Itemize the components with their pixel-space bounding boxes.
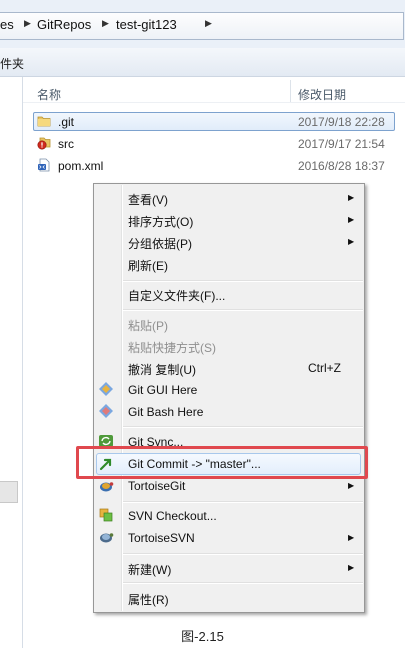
menu-item-tortoisegit[interactable]: TortoiseGit [128, 479, 185, 493]
figure-caption: 图-2.15 [181, 629, 224, 644]
xml-file-icon [38, 158, 50, 172]
column-header-name[interactable]: 名称 [37, 86, 61, 103]
column-divider[interactable] [290, 80, 291, 102]
breadcrumb-item[interactable]: GitRepos [37, 17, 91, 32]
git-gui-icon [99, 382, 113, 396]
menu-separator [123, 281, 363, 282]
submenu-arrow-icon: ▶ [348, 481, 355, 490]
header-divider [23, 102, 405, 103]
menu-item-paste[interactable]: 粘贴(P) [128, 317, 168, 334]
tortoisesvn-icon [100, 533, 114, 543]
menu-separator [123, 427, 363, 428]
breadcrumb-chevron-icon[interactable]: ▶ [24, 18, 31, 29]
menu-item-tortoisesvn[interactable]: TortoiseSVN [128, 531, 195, 545]
menu-item-properties[interactable]: 属性(R) [128, 591, 169, 608]
file-modified: 2016/8/28 18:37 [298, 159, 385, 173]
menu-item-new[interactable]: 新建(W) [128, 561, 171, 578]
file-name: .git [58, 115, 75, 129]
breadcrumb-item[interactable]: es [0, 17, 14, 32]
git-bash-icon [99, 404, 113, 418]
toolbar-new-folder-button[interactable]: 件夹 [0, 55, 24, 72]
file-name: pom.xml [58, 159, 104, 173]
breadcrumb-item[interactable]: test-git123 [116, 17, 177, 32]
folder-icon [37, 116, 51, 127]
menu-gutter-highlight [122, 185, 123, 611]
file-modified: 2017/9/18 22:28 [298, 115, 385, 129]
submenu-arrow-icon: ▶ [348, 563, 355, 572]
breadcrumb-chevron-icon[interactable]: ▶ [102, 18, 109, 29]
menu-item-refresh[interactable]: 刷新(E) [128, 257, 168, 274]
column-header-modified[interactable]: 修改日期 [298, 86, 346, 103]
menu-item-git-bash[interactable]: Git Bash Here [128, 405, 203, 419]
menu-separator [123, 554, 363, 555]
folder-conflict-icon [37, 137, 51, 150]
submenu-arrow-icon: ▶ [348, 533, 355, 542]
menu-separator [123, 310, 363, 311]
menu-item-git-gui[interactable]: Git GUI Here [128, 383, 197, 397]
submenu-arrow-icon: ▶ [348, 237, 355, 246]
menu-shortcut-ctrl-z: Ctrl+Z [308, 361, 341, 375]
menu-item-group[interactable]: 分组依据(P) [128, 235, 192, 252]
menu-item-svn-checkout[interactable]: SVN Checkout... [128, 509, 217, 523]
menu-separator [123, 583, 363, 584]
menu-separator [123, 502, 363, 503]
nav-pane-selected-item[interactable] [0, 481, 18, 503]
submenu-arrow-icon: ▶ [348, 215, 355, 224]
menu-item-customize-folder[interactable]: 自定义文件夹(F)... [128, 287, 225, 304]
file-name: src [58, 137, 74, 151]
menu-item-sort[interactable]: 排序方式(O) [128, 213, 193, 230]
svn-checkout-icon [99, 508, 113, 522]
menu-item-view[interactable]: 查看(V) [128, 191, 168, 208]
menu-item-paste-shortcut[interactable]: 粘贴快捷方式(S) [128, 339, 216, 356]
tortoisegit-icon [100, 482, 114, 492]
toolbar [0, 48, 405, 77]
submenu-arrow-icon: ▶ [348, 193, 355, 202]
breadcrumb-chevron-icon[interactable]: ▶ [205, 18, 212, 29]
file-modified: 2017/9/17 21:54 [298, 137, 385, 151]
navigation-pane [0, 77, 23, 648]
menu-item-undo-copy[interactable]: 撤消 复制(U) [128, 361, 196, 378]
highlight-annotation-box [76, 446, 368, 479]
